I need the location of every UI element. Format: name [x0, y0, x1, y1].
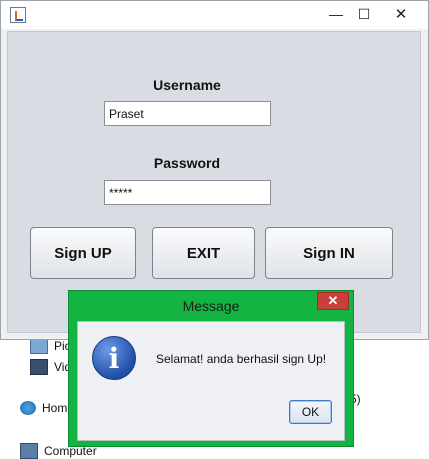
bg-item-videos[interactable]: Vid: [30, 359, 71, 375]
maximize-button[interactable]: ☐: [351, 3, 377, 25]
dialog-body: i Selamat! anda berhasil sign Up! OK: [77, 321, 345, 441]
minimize-button[interactable]: —: [323, 3, 349, 25]
message-dialog: Message ✕ i Selamat! anda berhasil sign …: [68, 290, 354, 447]
login-window: — ☐ ✕ Username Praset Password ***** Sig…: [0, 0, 429, 340]
homegroup-icon: [20, 401, 36, 415]
java-app-icon: [10, 7, 26, 23]
signin-button[interactable]: Sign IN: [265, 227, 393, 279]
computer-icon: [20, 443, 38, 459]
signup-button[interactable]: Sign UP: [30, 227, 136, 279]
bg-item-homegroup[interactable]: Hom: [20, 401, 67, 415]
bg-item-label: Hom: [42, 401, 68, 415]
dialog-title[interactable]: Message: [69, 291, 353, 321]
videos-icon: [30, 359, 48, 375]
password-field[interactable]: *****: [104, 180, 271, 205]
username-label: Username: [153, 77, 221, 93]
pictures-icon: [30, 338, 48, 354]
window-titlebar[interactable]: — ☐ ✕: [1, 1, 428, 29]
dialog-message: Selamat! anda berhasil sign Up!: [156, 352, 327, 366]
login-panel: Username Praset Password ***** Sign UP E…: [7, 31, 421, 333]
window-close-button[interactable]: ✕: [379, 3, 423, 25]
username-field[interactable]: Praset: [104, 101, 271, 126]
password-label: Password: [153, 155, 221, 171]
ok-button[interactable]: OK: [289, 400, 332, 424]
dialog-close-button[interactable]: ✕: [317, 292, 349, 310]
exit-button[interactable]: EXIT: [152, 227, 255, 279]
info-icon: i: [92, 336, 136, 380]
